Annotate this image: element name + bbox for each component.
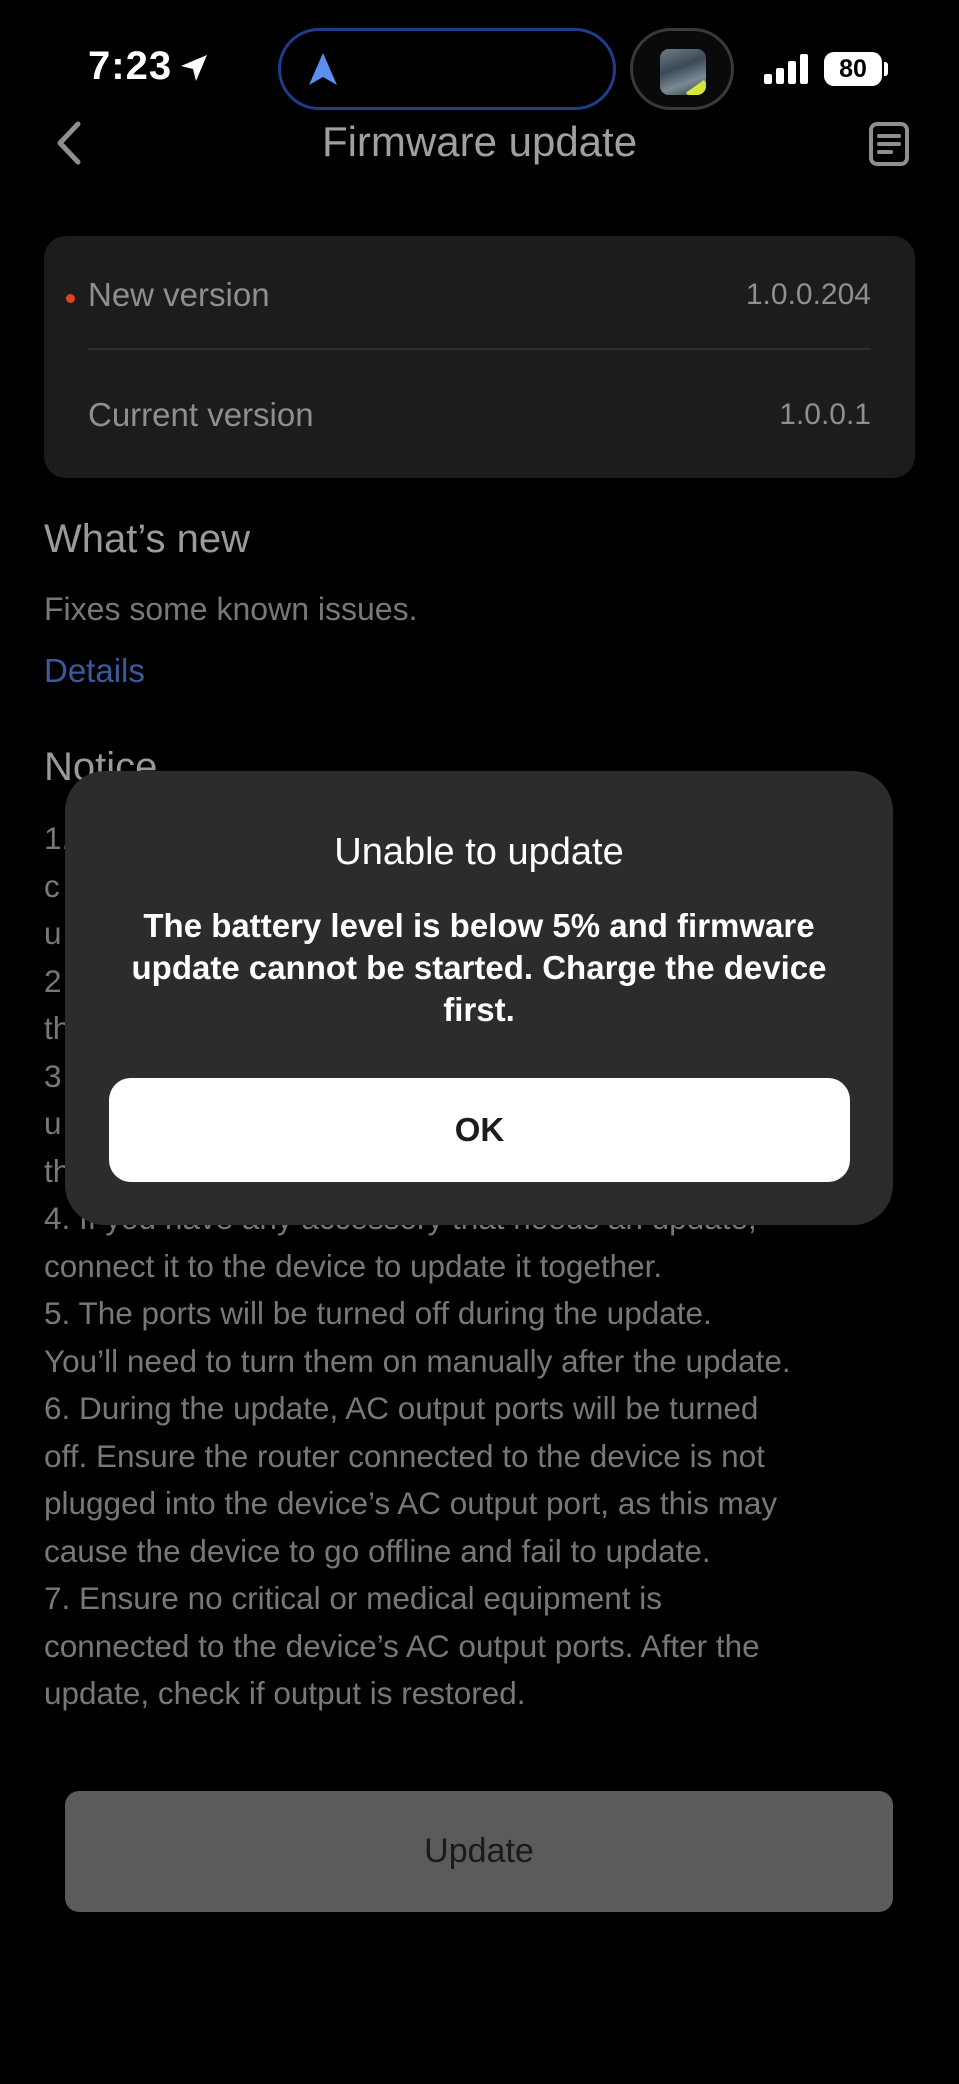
dialog-message: The battery level is below 5% and firmwa…	[131, 907, 827, 1028]
unable-to-update-dialog: Unable to update The battery level is be…	[65, 771, 893, 1225]
ok-button[interactable]: OK	[109, 1078, 850, 1182]
dialog-title: Unable to update	[334, 831, 624, 873]
